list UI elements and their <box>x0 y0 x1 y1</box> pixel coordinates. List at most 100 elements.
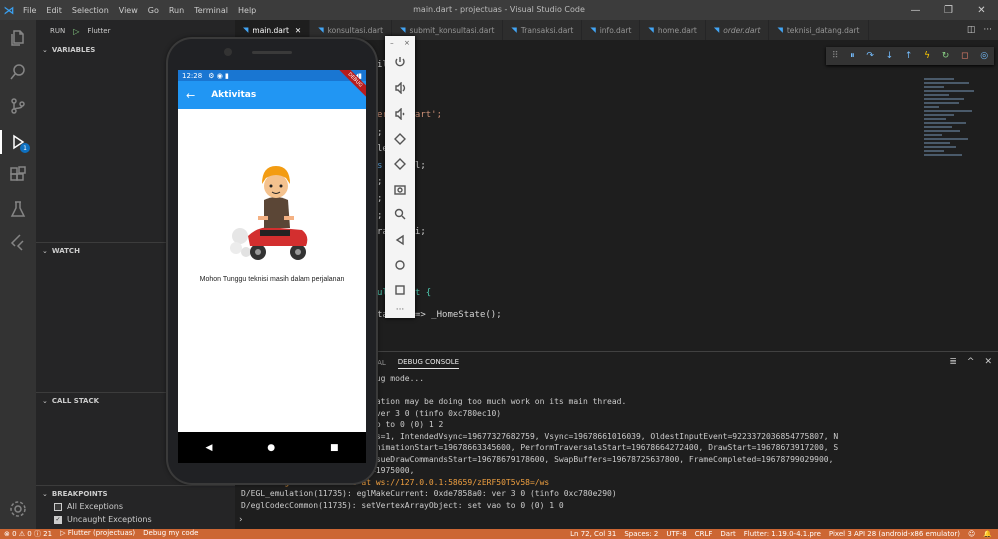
notifications-icon[interactable]: 🔔 <box>983 530 992 538</box>
clear-console-icon[interactable]: ≣ <box>949 357 957 367</box>
section-title: WATCH <box>51 246 80 255</box>
tab-home-dart[interactable]: ◥ home.dart <box>640 20 706 40</box>
console-input-prompt-icon[interactable]: › <box>239 515 243 525</box>
menu-go[interactable]: Go <box>143 6 164 15</box>
breakpoint-uncaught-exceptions[interactable]: ✓ Uncaught Exceptions <box>54 515 152 524</box>
status-bar: ⊗ 0 ⚠ 0 ⓘ 21 ▷ Flutter (projectuas) Debu… <box>0 529 998 539</box>
step-out-icon[interactable]: ↑ <box>905 51 913 61</box>
checkbox-checked[interactable]: ✓ <box>54 515 62 524</box>
debug-session-status[interactable]: ▷ Flutter (projectuas) <box>60 529 135 539</box>
testing-icon[interactable] <box>6 197 30 221</box>
menu-help[interactable]: Help <box>233 6 261 15</box>
breakpoint-all-exceptions[interactable]: All Exceptions <box>54 502 123 511</box>
restore-icon[interactable]: ❐ <box>932 0 965 20</box>
dart-file-icon: ◥ <box>648 26 654 34</box>
dart-file-icon: ◥ <box>511 26 517 34</box>
breakpoint-label: All Exceptions <box>67 502 123 511</box>
split-editor-icon[interactable]: ◫ <box>967 25 976 35</box>
maximize-panel-icon[interactable]: ^ <box>967 357 975 367</box>
problems-status[interactable]: ⊗ 0 ⚠ 0 ⓘ 21 <box>4 529 52 539</box>
android-status-bar: 12:28 ⚙ ◉ ▮ ▾◢▮ <box>178 70 366 81</box>
drag-handle-icon[interactable]: ⠿ <box>832 51 839 61</box>
launch-config-select[interactable]: Flutter <box>87 27 110 35</box>
code-line: ; <box>377 211 382 221</box>
nav-recents-icon[interactable]: ■ <box>330 443 339 453</box>
minimap[interactable] <box>924 78 984 198</box>
settings-gear-icon[interactable] <box>6 497 30 521</box>
overview-icon[interactable] <box>392 282 408 298</box>
cursor-position[interactable]: Ln 72, Col 31 <box>570 530 616 538</box>
flutter-outline-icon[interactable] <box>6 230 30 254</box>
indentation[interactable]: Spaces: 2 <box>624 530 658 538</box>
menu-selection[interactable]: Selection <box>67 6 114 15</box>
code-text: ; <box>377 211 383 221</box>
start-debugging-icon[interactable]: ▷ <box>73 27 79 36</box>
language-mode[interactable]: Dart <box>720 530 735 538</box>
tab-order-dart[interactable]: ◥ order.dart <box>706 20 770 40</box>
extensions-icon[interactable] <box>6 163 30 187</box>
checkbox[interactable] <box>54 502 62 511</box>
minimize-icon[interactable]: — <box>899 0 932 20</box>
breakpoints-section-header[interactable]: ⌄ BREAKPOINTS <box>36 485 235 501</box>
hot-reload-icon[interactable]: ϟ <box>924 51 930 61</box>
step-into-icon[interactable]: ↓ <box>886 51 894 61</box>
zoom-icon[interactable] <box>392 206 408 222</box>
close-icon[interactable]: ✕ <box>965 0 998 20</box>
minimize-emulator-icon[interactable]: – <box>390 39 394 47</box>
menu-terminal[interactable]: Terminal <box>189 6 233 15</box>
search-icon[interactable] <box>6 60 30 84</box>
encoding[interactable]: UTF-8 <box>666 530 686 538</box>
volume-up-icon[interactable] <box>392 80 408 96</box>
step-over-icon[interactable]: ↷ <box>866 51 874 61</box>
android-emulator: 12:28 ⚙ ◉ ▮ ▾◢▮ ← Aktivitas DEBUG <box>168 39 376 483</box>
back-arrow-icon[interactable]: ← <box>186 89 195 102</box>
chevron-down-icon: ⌄ <box>42 396 48 405</box>
tab-info-dart[interactable]: ◥ info.dart <box>582 20 641 40</box>
flutter-version[interactable]: Flutter: 1.19.0-4.1.pre <box>744 530 821 538</box>
android-nav-bar: ◀ ● ■ <box>178 432 366 463</box>
volume-down-icon[interactable] <box>392 106 408 122</box>
back-icon[interactable] <box>392 232 408 248</box>
tab-main-dart[interactable]: ◥ main.dart ✕ <box>235 20 311 40</box>
menu-file[interactable]: File <box>18 6 41 15</box>
tab-label: main.dart <box>252 25 289 35</box>
menu-run[interactable]: Run <box>164 6 189 15</box>
code-text: ; <box>377 177 383 187</box>
close-emulator-icon[interactable]: × <box>404 39 410 47</box>
more-options-icon[interactable]: ··· <box>392 302 408 318</box>
feedback-icon[interactable]: ☺ <box>968 530 975 538</box>
tab-terminal[interactable]: IAL <box>375 359 386 367</box>
device-selector[interactable]: Pixel 3 API 28 (android-x86 emulator) <box>829 530 960 538</box>
restart-icon[interactable]: ↻ <box>942 51 950 61</box>
activity-bar: 1 <box>0 20 36 529</box>
debug-mode-status[interactable]: Debug my code <box>143 529 198 539</box>
tab-transaksi-dart[interactable]: ◥ Transaksi.dart <box>503 20 583 40</box>
tab-teknisi-datang-dart[interactable]: ◥ teknisi_datang.dart <box>769 20 869 40</box>
menu-view[interactable]: View <box>114 6 143 15</box>
debug-toolbar: ⠿ ⏸ ↷ ↓ ↑ ϟ ↻ ◻ ◎ <box>826 47 994 65</box>
source-control-icon[interactable] <box>6 94 30 118</box>
screenshot-icon[interactable] <box>392 181 408 197</box>
run-debug-icon[interactable]: 1 <box>0 130 30 154</box>
line-ending[interactable]: CRLF <box>695 530 713 538</box>
more-actions-icon[interactable]: ··· <box>983 25 992 35</box>
nav-home-icon[interactable]: ● <box>267 443 275 453</box>
tab-debug-console[interactable]: DEBUG CONSOLE <box>397 358 460 369</box>
menu-edit[interactable]: Edit <box>41 6 67 15</box>
power-icon[interactable] <box>392 54 408 70</box>
close-panel-icon[interactable]: ✕ <box>984 357 992 367</box>
tab-label: info.dart <box>599 25 632 35</box>
close-icon[interactable]: ✕ <box>295 26 301 35</box>
devtools-icon[interactable]: ◎ <box>980 51 988 61</box>
rotate-left-icon[interactable] <box>392 131 408 147</box>
nav-back-icon[interactable]: ◀ <box>205 443 212 453</box>
home-icon[interactable] <box>392 257 408 273</box>
tab-label: order.dart <box>723 25 761 35</box>
explorer-icon[interactable] <box>6 26 30 50</box>
rotate-right-icon[interactable] <box>392 156 408 172</box>
stop-icon[interactable]: ◻ <box>961 51 968 61</box>
pause-icon[interactable]: ⏸ <box>850 51 855 61</box>
phone-screen[interactable]: 12:28 ⚙ ◉ ▮ ▾◢▮ ← Aktivitas DEBUG <box>178 70 366 463</box>
tab-konsultasi-dart[interactable]: ◥ konsultasi.dart <box>310 20 393 40</box>
dart-file-icon: ◥ <box>243 26 249 34</box>
